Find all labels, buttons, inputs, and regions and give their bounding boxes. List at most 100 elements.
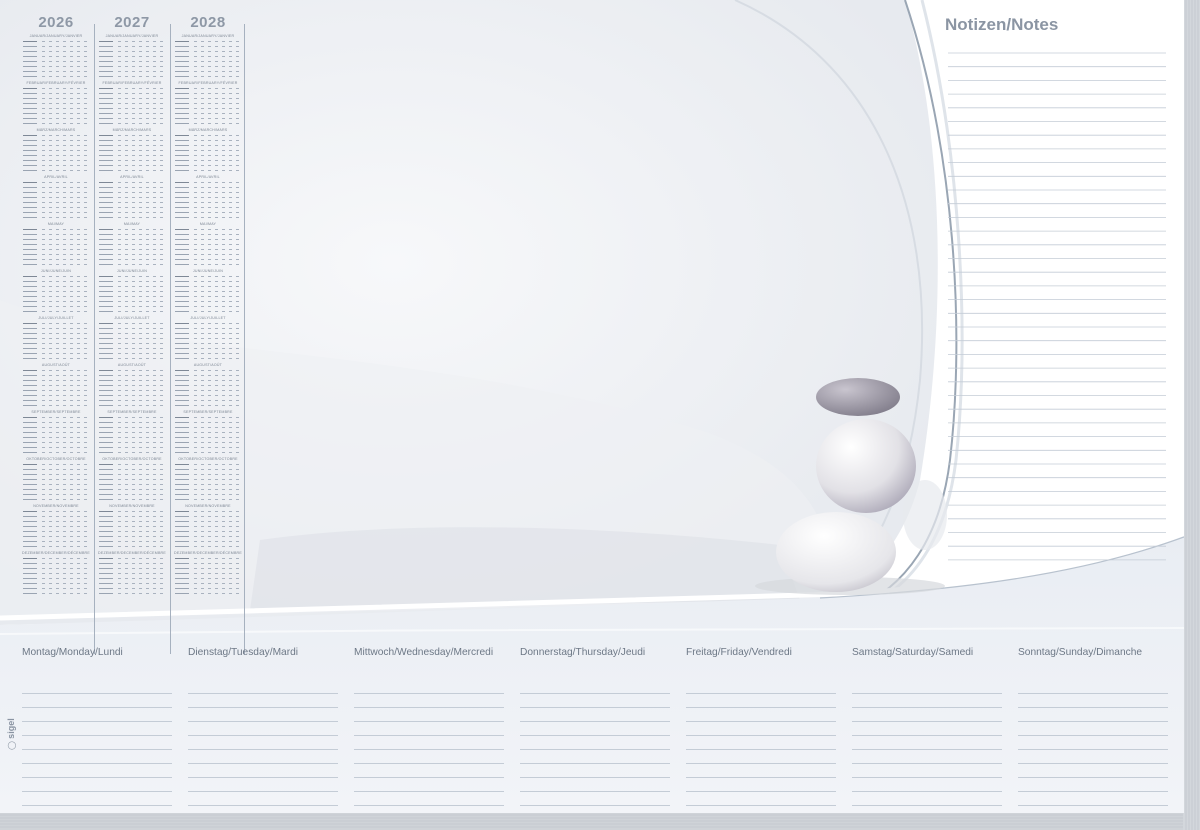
writing-lines bbox=[852, 680, 1002, 815]
weekday-row bbox=[18, 450, 94, 455]
weekday-row bbox=[18, 262, 94, 267]
weekday-row bbox=[18, 544, 94, 549]
weekday-row bbox=[18, 591, 94, 596]
calendar-month: MAI/MAY bbox=[94, 222, 170, 269]
weekday-row bbox=[170, 309, 246, 314]
weekday-row bbox=[94, 544, 170, 549]
weekday-row bbox=[94, 168, 170, 173]
calendar-month: JUNI/JUNE/JUIN bbox=[170, 269, 246, 316]
calendar-month: FEBRUAR/FEBRUARY/FÉVRIER bbox=[94, 81, 170, 128]
day-label: Dienstag/Tuesday/Mardi bbox=[188, 647, 299, 658]
calendar-month: JULI/JULY/JUILLET bbox=[170, 316, 246, 363]
day-column-wednesday: Mittwoch/Wednesday/Mercredi bbox=[354, 647, 504, 815]
calendar-month: OKTOBER/OCTOBER/OCTOBRE bbox=[94, 457, 170, 504]
weekday-row bbox=[94, 309, 170, 314]
weekday-row bbox=[18, 121, 94, 126]
weekday-row bbox=[94, 497, 170, 502]
weekday-row bbox=[18, 215, 94, 220]
weekday-row bbox=[94, 356, 170, 361]
calendar-month: AUGUST/AOÛT bbox=[18, 363, 94, 410]
calendar-month: DEZEMBER/DECEMBER/DÉCEMBRE bbox=[94, 551, 170, 598]
calendar-month: NOVEMBER/NOVEMBRE bbox=[18, 504, 94, 551]
calendar-month: JUNI/JUNE/JUIN bbox=[94, 269, 170, 316]
weekday-row bbox=[94, 74, 170, 79]
day-label: Sonntag/Sunday/Dimanche bbox=[1018, 647, 1143, 658]
calendar-month: OKTOBER/OCTOBER/OCTOBRE bbox=[170, 457, 246, 504]
weekday-row bbox=[170, 497, 246, 502]
day-column-tuesday: Dienstag/Tuesday/Mardi bbox=[188, 647, 338, 815]
calendar-month: AUGUST/AOÛT bbox=[170, 363, 246, 410]
calendar-month: OKTOBER/OCTOBER/OCTOBRE bbox=[18, 457, 94, 504]
calendar-month: AUGUST/AOÛT bbox=[94, 363, 170, 410]
calendar-month: APRIL/AVRIL bbox=[170, 175, 246, 222]
day-column-sunday: Sonntag/Sunday/Dimanche bbox=[1018, 647, 1168, 815]
calendar-month: JULI/JULY/JUILLET bbox=[18, 316, 94, 363]
weekday-row bbox=[18, 403, 94, 408]
calendar-month: APRIL/AVRIL bbox=[18, 175, 94, 222]
calendar-month: MÄRZ/MARCH/MARS bbox=[170, 128, 246, 175]
calendar-month: JUNI/JUNE/JUIN bbox=[18, 269, 94, 316]
weekday-row bbox=[94, 450, 170, 455]
sigel-logo-icon: ◯ bbox=[7, 741, 16, 750]
calendar-month: FEBRUAR/FEBRUARY/FÉVRIER bbox=[170, 81, 246, 128]
calendar-month: DEZEMBER/DECEMBER/DÉCEMBRE bbox=[170, 551, 246, 598]
weekday-row bbox=[170, 74, 246, 79]
weekday-row bbox=[170, 356, 246, 361]
weekday-row bbox=[170, 450, 246, 455]
calendar-month: JANUAR/JANUARY/JANVIER bbox=[94, 34, 170, 81]
calendar-month: SEPTEMBER/SEPTEMBRE bbox=[94, 410, 170, 457]
year-label: 2028 bbox=[190, 14, 226, 31]
weekday-row bbox=[170, 403, 246, 408]
calendar-month: MAI/MAY bbox=[18, 222, 94, 269]
weekday-row bbox=[18, 356, 94, 361]
calendar-year-2027: 2027 JANUAR/JANUARY/JANVIER FEBRUAR/FEBRU… bbox=[94, 12, 170, 598]
day-label: Freitag/Friday/Vendredi bbox=[686, 647, 792, 658]
calendar-month: DEZEMBER/DECEMBER/DÉCEMBRE bbox=[18, 551, 94, 598]
calendar-month: NOVEMBER/NOVEMBRE bbox=[170, 504, 246, 551]
calendar-month: NOVEMBER/NOVEMBRE bbox=[94, 504, 170, 551]
day-label: Montag/Monday/Lundi bbox=[22, 647, 123, 658]
notes-writing-lines bbox=[948, 52, 1166, 561]
calendar-month: JANUAR/JANUARY/JANVIER bbox=[170, 34, 246, 81]
desk-pad: 2026 JANUAR/JANUARY/JANVIER FEBRUAR/FEBRU… bbox=[0, 0, 1200, 830]
weekday-row bbox=[94, 121, 170, 126]
weekday-row bbox=[170, 121, 246, 126]
calendar-month: SEPTEMBER/SEPTEMBRE bbox=[18, 410, 94, 457]
weekday-row bbox=[170, 262, 246, 267]
day-column-monday: Montag/Monday/Lundi bbox=[22, 647, 172, 815]
calendar-month: MÄRZ/MARCH/MARS bbox=[94, 128, 170, 175]
weekday-row bbox=[94, 262, 170, 267]
weekday-row bbox=[94, 591, 170, 596]
calendar-year-2026: 2026 JANUAR/JANUARY/JANVIER FEBRUAR/FEBRU… bbox=[18, 12, 94, 598]
day-label: Donnerstag/Thursday/Jeudi bbox=[520, 647, 646, 658]
writing-lines bbox=[354, 680, 504, 815]
calendar-month: JULI/JULY/JUILLET bbox=[94, 316, 170, 363]
weekday-row bbox=[170, 168, 246, 173]
day-column-friday: Freitag/Friday/Vendredi bbox=[686, 647, 836, 815]
weekday-row bbox=[18, 497, 94, 502]
weekday-row bbox=[94, 403, 170, 408]
writing-lines bbox=[520, 680, 670, 815]
year-label: 2026 bbox=[38, 14, 74, 31]
day-label: Samstag/Saturday/Samedi bbox=[852, 647, 974, 658]
weekday-row bbox=[170, 215, 246, 220]
weekday-row bbox=[170, 591, 246, 596]
day-label: Mittwoch/Wednesday/Mercredi bbox=[354, 647, 494, 658]
calendar-month: FEBRUAR/FEBRUARY/FÉVRIER bbox=[18, 81, 94, 128]
calendar-month: APRIL/AVRIL bbox=[94, 175, 170, 222]
weekday-row bbox=[18, 309, 94, 314]
weekday-row bbox=[170, 544, 246, 549]
day-column-saturday: Samstag/Saturday/Samedi bbox=[852, 647, 1002, 815]
writing-lines bbox=[22, 680, 172, 815]
brand-logo-text: sigel bbox=[6, 718, 16, 739]
calendar-month: JANUAR/JANUARY/JANVIER bbox=[18, 34, 94, 81]
writing-lines bbox=[188, 680, 338, 815]
writing-lines bbox=[1018, 680, 1168, 815]
calendar-month: SEPTEMBER/SEPTEMBRE bbox=[170, 410, 246, 457]
calendar-year-2028: 2028 JANUAR/JANUARY/JANVIER FEBRUAR/FEBRU… bbox=[170, 12, 246, 598]
weekday-row bbox=[18, 168, 94, 173]
brand-mark: ◯ sigel bbox=[6, 718, 16, 750]
calendar-month: MAI/MAY bbox=[170, 222, 246, 269]
weekday-row bbox=[94, 215, 170, 220]
year-label: 2027 bbox=[114, 14, 150, 31]
